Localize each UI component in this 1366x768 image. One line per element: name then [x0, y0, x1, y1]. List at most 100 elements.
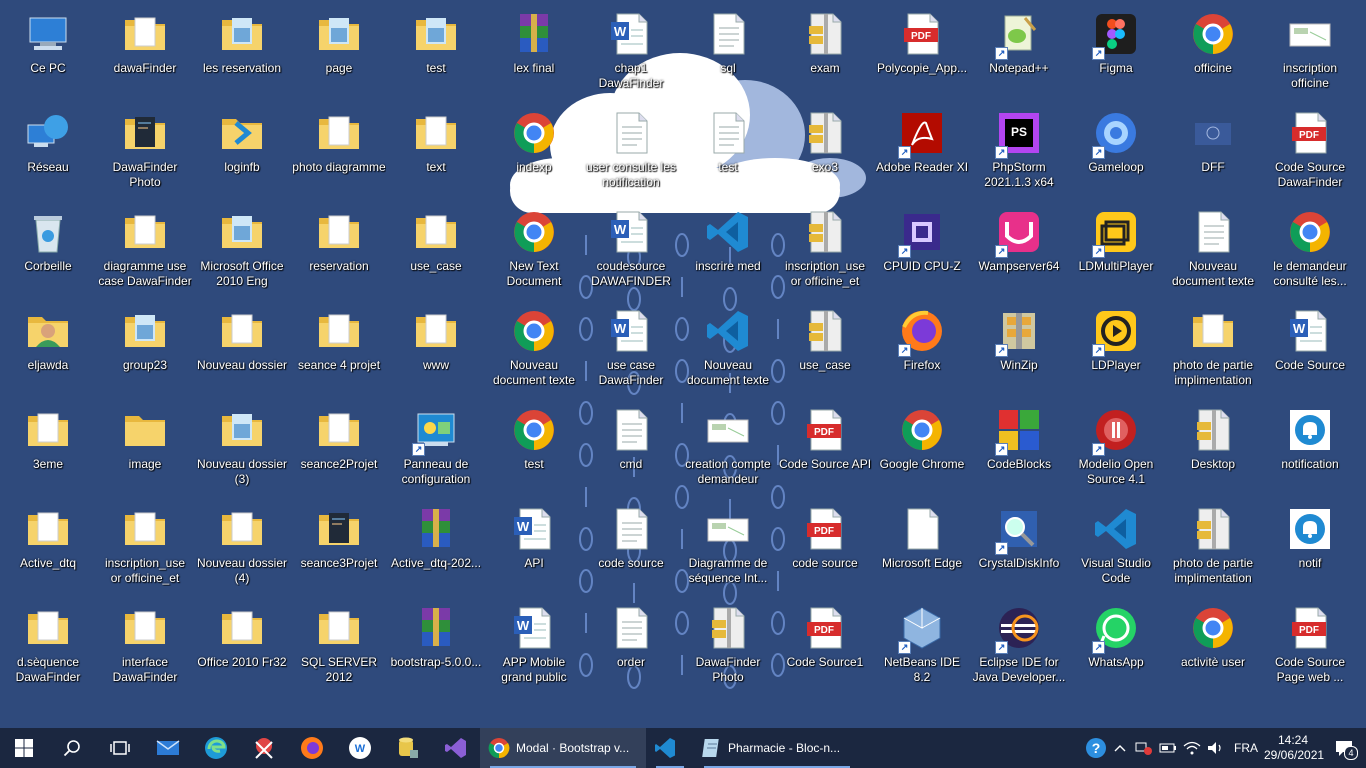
- desktop-icon[interactable]: image: [98, 400, 192, 496]
- desktop-icon[interactable]: diagramme use case DawaFinder: [98, 202, 192, 298]
- desktop-icon[interactable]: PDF Polycopie_App...: [875, 4, 969, 100]
- desktop-icon[interactable]: SQL SERVER 2012: [292, 598, 386, 694]
- language-indicator[interactable]: FRA: [1228, 728, 1264, 768]
- desktop-icon[interactable]: Wuse case DawaFinder: [584, 301, 678, 397]
- desktop-icon[interactable]: inscription_use or officine_et con...: [98, 499, 192, 595]
- desktop-icon[interactable]: Nouveau document texte: [1166, 202, 1260, 298]
- desktop-icon[interactable]: lex final: [487, 4, 581, 100]
- desktop-icon[interactable]: seance 4 projet: [292, 301, 386, 397]
- search-button[interactable]: [48, 728, 96, 768]
- desktop-icon[interactable]: Wcoudesource DAWAFINDER: [584, 202, 678, 298]
- desktop-icon[interactable]: indexp: [487, 103, 581, 199]
- desktop-icon[interactable]: ↗ CrystalDiskInfo: [972, 499, 1066, 595]
- desktop-icon[interactable]: use_case: [389, 202, 483, 298]
- taskbar-firefox[interactable]: [288, 728, 336, 768]
- desktop-icon[interactable]: ↗ CPUID CPU-Z: [875, 202, 969, 298]
- desktop-icon[interactable]: eljawda: [1, 301, 95, 397]
- desktop-icon[interactable]: test: [681, 103, 775, 199]
- desktop-icon[interactable]: page: [292, 4, 386, 100]
- desktop-icon[interactable]: ↗ NetBeans IDE 8.2: [875, 598, 969, 694]
- desktop-icon[interactable]: Nouveau dossier (3): [195, 400, 289, 496]
- desktop-icon[interactable]: test: [389, 4, 483, 100]
- desktop-icon[interactable]: activitè user: [1166, 598, 1260, 694]
- desktop-icon[interactable]: ↗ Modelio Open Source 4.1: [1069, 400, 1163, 496]
- desktop-icon[interactable]: dawaFinder: [98, 4, 192, 100]
- taskbar-visual-studio[interactable]: [432, 728, 480, 768]
- desktop-icon[interactable]: user consulte les notification: [584, 103, 678, 199]
- desktop-icon[interactable]: inscrire med: [681, 202, 775, 298]
- desktop-icon[interactable]: photo diagramme: [292, 103, 386, 199]
- desktop-icon[interactable]: Corbeille: [1, 202, 95, 298]
- desktop-icon[interactable]: ↗ Notepad++: [972, 4, 1066, 100]
- desktop-icon[interactable]: PDF Code Source API: [778, 400, 872, 496]
- desktop-icon[interactable]: exo3: [778, 103, 872, 199]
- desktop-icon[interactable]: les reservation: [195, 4, 289, 100]
- desktop-icon[interactable]: code source: [584, 499, 678, 595]
- wifi-icon[interactable]: [1180, 728, 1204, 768]
- taskbar-mail[interactable]: [144, 728, 192, 768]
- action-center-button[interactable]: 4: [1322, 728, 1366, 768]
- desktop-icon[interactable]: notification: [1263, 400, 1357, 496]
- desktop-icon[interactable]: www: [389, 301, 483, 397]
- network-error-icon[interactable]: [1132, 728, 1156, 768]
- show-hidden-icons[interactable]: [1108, 728, 1132, 768]
- desktop-icon[interactable]: ↗ Wampserver64: [972, 202, 1066, 298]
- desktop-icon[interactable]: cmd: [584, 400, 678, 496]
- taskbar-webstorm[interactable]: W: [336, 728, 384, 768]
- desktop-icon[interactable]: Wchap1 DawaFinder: [584, 4, 678, 100]
- desktop-icon[interactable]: text: [389, 103, 483, 199]
- desktop-icon[interactable]: order: [584, 598, 678, 694]
- desktop-icon[interactable]: photo de partie implimentation: [1166, 301, 1260, 397]
- desktop-icon[interactable]: ↗ LDPlayer: [1069, 301, 1163, 397]
- desktop-icon[interactable]: PDF Code Source Page web ...: [1263, 598, 1357, 694]
- desktop-icon[interactable]: ↗ Panneau de configuration: [389, 400, 483, 496]
- desktop-icon[interactable]: ↗ LDMultiPlayer: [1069, 202, 1163, 298]
- taskbar-app-chrome[interactable]: Modal · Bootstrap v...: [480, 728, 646, 768]
- desktop-icon[interactable]: test: [487, 400, 581, 496]
- clock[interactable]: 14:24 29/06/2021: [1264, 733, 1324, 763]
- desktop-icon[interactable]: PDF Code Source DawaFinder: [1263, 103, 1357, 199]
- desktop-icon[interactable]: bootstrap-5.0.0...: [389, 598, 483, 694]
- desktop-icon[interactable]: Diagramme de séquence Int...: [681, 499, 775, 595]
- desktop-icon[interactable]: W API: [487, 499, 581, 595]
- desktop-icon[interactable]: notif: [1263, 499, 1357, 595]
- desktop-icon[interactable]: Office 2010 Fr32: [195, 598, 289, 694]
- desktop-icon[interactable]: le demandeur consulté les...: [1263, 202, 1357, 298]
- desktop-icon[interactable]: reservation: [292, 202, 386, 298]
- desktop-icon[interactable]: ↗ Adobe Reader XI: [875, 103, 969, 199]
- desktop-icon[interactable]: Google Chrome: [875, 400, 969, 496]
- desktop-icon[interactable]: PDF code source: [778, 499, 872, 595]
- desktop-icon[interactable]: Active_dtq: [1, 499, 95, 595]
- desktop-icon[interactable]: interface DawaFinder: [98, 598, 192, 694]
- desktop-icon[interactable]: photo de partie implimentation: [1166, 499, 1260, 595]
- desktop-icon[interactable]: W Code Source: [1263, 301, 1357, 397]
- desktop-icon[interactable]: d.sèquence DawaFinder: [1, 598, 95, 694]
- desktop-icon[interactable]: inscription officine: [1263, 4, 1357, 100]
- desktop-icon[interactable]: ↗ Firefox: [875, 301, 969, 397]
- desktop-icon[interactable]: Nouveau document texte: [487, 301, 581, 397]
- desktop-icon[interactable]: seance2Projet: [292, 400, 386, 496]
- desktop-icon[interactable]: New Text Document: [487, 202, 581, 298]
- desktop-icon[interactable]: ↗ CodeBlocks: [972, 400, 1066, 496]
- desktop-icon[interactable]: ↗ Gameloop: [1069, 103, 1163, 199]
- volume-icon[interactable]: [1204, 728, 1228, 768]
- desktop-icon[interactable]: 3eme: [1, 400, 95, 496]
- help-icon[interactable]: ?: [1084, 728, 1108, 768]
- desktop-icon[interactable]: PS ↗ PhpStorm 2021.1.3 x64: [972, 103, 1066, 199]
- desktop-icon[interactable]: Microsoft Edge: [875, 499, 969, 595]
- desktop-icon[interactable]: DFF: [1166, 103, 1260, 199]
- desktop-icon[interactable]: exam: [778, 4, 872, 100]
- taskbar-wamp[interactable]: [384, 728, 432, 768]
- desktop-icon[interactable]: PDF Code Source1: [778, 598, 872, 694]
- taskbar-app-notepad[interactable]: Pharmacie - Bloc-n...: [694, 728, 860, 768]
- desktop-icon[interactable]: Ce PC: [1, 4, 95, 100]
- battery-icon[interactable]: [1156, 728, 1180, 768]
- desktop-icon[interactable]: ↗ WinZip: [972, 301, 1066, 397]
- desktop-icon[interactable]: sql: [681, 4, 775, 100]
- desktop-icon[interactable]: Visual Studio Code: [1069, 499, 1163, 595]
- desktop-icon[interactable]: loginfb: [195, 103, 289, 199]
- desktop-icon[interactable]: DawaFinder Photo: [681, 598, 775, 694]
- desktop-icon[interactable]: inscription_use or officine_et con...: [778, 202, 872, 298]
- task-view-button[interactable]: [96, 728, 144, 768]
- desktop[interactable]: Ce PC Réseau Corbeille eljawda 3eme Active_dt…: [0, 0, 1366, 728]
